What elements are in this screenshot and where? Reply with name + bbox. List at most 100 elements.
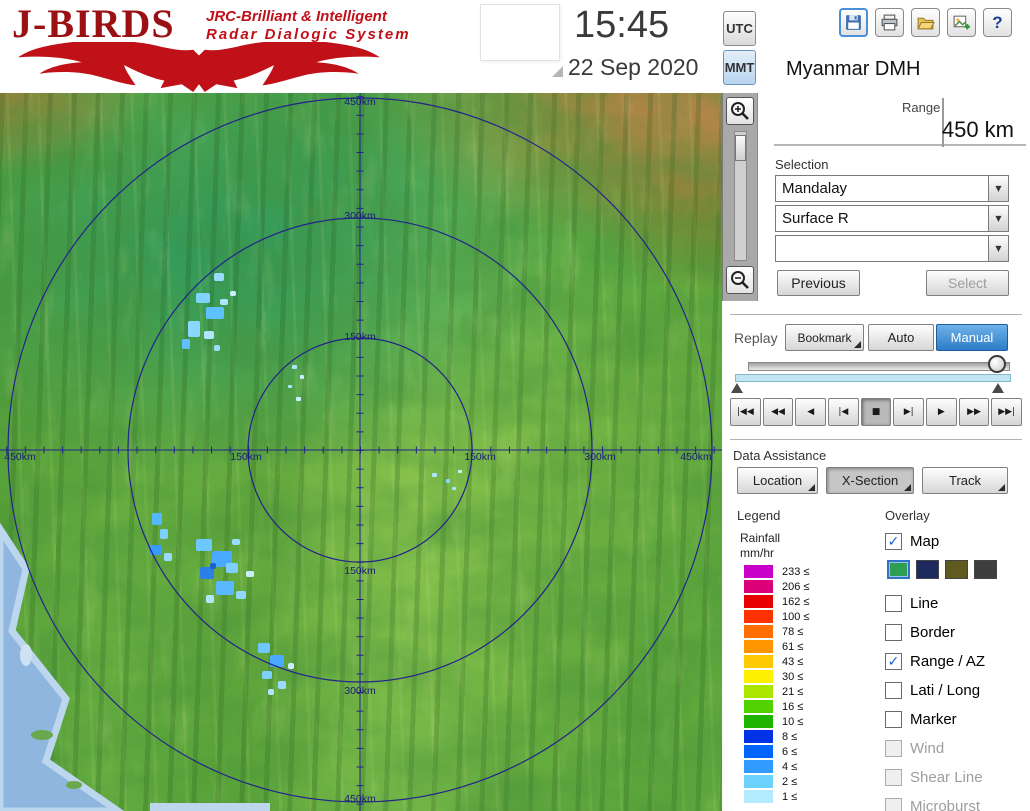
chevron-down-icon[interactable]: ▼ <box>988 236 1008 261</box>
mmt-button[interactable]: MMT <box>723 50 756 85</box>
xsection-button[interactable]: X-Section <box>826 467 914 494</box>
utc-button[interactable]: UTC <box>723 11 756 46</box>
range-label: 450km <box>344 96 376 108</box>
overlay-item-wind: Wind <box>885 740 944 757</box>
legend-color-swatch <box>744 625 773 638</box>
timeline-handle[interactable] <box>988 355 1006 373</box>
legend-color-swatch <box>744 565 773 578</box>
help-icon: ? <box>992 12 1003 32</box>
marker-checkbox[interactable] <box>885 711 902 728</box>
playback-rewind-button[interactable]: ◀◀ <box>762 398 794 426</box>
map-color-swatch[interactable] <box>974 560 997 579</box>
extra-dropdown-value <box>776 236 988 261</box>
jbirds-app: J-BIRDS JRC-Brilliant & Intelligent Rada… <box>0 0 1030 811</box>
overlay-item-microburst: Microburst <box>885 798 980 811</box>
playback-play-button[interactable]: ▶ <box>926 398 957 426</box>
legend-row: 4 ≤ <box>744 759 809 774</box>
overlay-item-map[interactable]: Map <box>885 533 939 550</box>
extra-dropdown[interactable]: ▼ <box>775 235 1009 262</box>
playback-fast-forward-button[interactable]: ▶▶ <box>958 398 990 426</box>
manual-button[interactable]: Manual <box>936 324 1008 351</box>
legend-color-swatch <box>744 700 773 713</box>
radar-map[interactable]: 450km 300km 150km 150km 300km 450km 450k… <box>0 93 722 811</box>
range-label: 150km <box>344 565 376 577</box>
timeline-start-marker[interactable] <box>731 383 743 393</box>
save-button[interactable] <box>839 8 868 37</box>
playback-step-forward-button[interactable]: ▶| <box>893 398 925 426</box>
legend-row: 61 ≤ <box>744 639 809 654</box>
bookmark-button[interactable]: Bookmark <box>785 324 864 351</box>
zoom-out-button[interactable] <box>726 266 754 294</box>
auto-button[interactable]: Auto <box>868 324 934 351</box>
product-dropdown[interactable]: Surface R ▼ <box>775 205 1009 232</box>
eagle-logo-icon <box>18 42 380 92</box>
playback-stop-button[interactable]: ■ <box>860 398 892 426</box>
zoom-slider-handle[interactable] <box>735 135 746 161</box>
timeline-progress-bar[interactable] <box>735 374 1011 382</box>
range-label: 300km <box>344 210 376 222</box>
overlay-item-marker[interactable]: Marker <box>885 711 957 728</box>
map-checkbox[interactable] <box>885 533 902 550</box>
track-button[interactable]: Track <box>922 467 1008 494</box>
chevron-down-icon[interactable]: ▼ <box>988 176 1008 201</box>
overlay-item-shear-line: Shear Line <box>885 769 983 786</box>
shear-line-checkbox <box>885 769 902 786</box>
header: J-BIRDS JRC-Brilliant & Intelligent Rada… <box>0 0 1030 93</box>
playback-step-back-button[interactable]: |◀ <box>828 398 859 426</box>
add-image-button[interactable] <box>947 8 976 37</box>
overlay-item-lati-long[interactable]: Lati / Long <box>885 682 980 699</box>
legend-row: 100 ≤ <box>744 609 809 624</box>
legend-row: 1 ≤ <box>744 789 809 804</box>
separator <box>730 314 1022 316</box>
timeline-end-marker[interactable] <box>992 383 1004 393</box>
open-folder-button[interactable] <box>911 8 940 37</box>
border-checkbox[interactable] <box>885 624 902 641</box>
range-az-checkbox[interactable] <box>885 653 902 670</box>
timeline-track[interactable] <box>748 362 1010 371</box>
legend-color-swatch <box>744 670 773 683</box>
range-label: 150km <box>344 331 376 343</box>
product-dropdown-value: Surface R <box>782 210 849 227</box>
print-icon <box>881 14 898 31</box>
legend-color-swatch <box>744 745 773 758</box>
overlay-item-border[interactable]: Border <box>885 624 955 641</box>
lati-long-checkbox[interactable] <box>885 682 902 699</box>
clock-time: 15:45 <box>574 4 670 46</box>
zoom-in-button[interactable] <box>726 97 754 125</box>
legend-label: Legend <box>737 508 781 523</box>
microburst-checkbox <box>885 798 902 811</box>
map-color-swatch[interactable] <box>916 560 939 579</box>
playback-play-reverse-button[interactable]: ◀ <box>795 398 827 426</box>
overlay-item-line[interactable]: Line <box>885 595 938 612</box>
help-button[interactable]: ? <box>983 8 1012 37</box>
legend-row: 16 ≤ <box>744 699 809 714</box>
legend-row: 10 ≤ <box>744 714 809 729</box>
map-color-swatch[interactable] <box>887 560 910 579</box>
zoom-slider-track[interactable] <box>734 131 747 261</box>
legend-row: 43 ≤ <box>744 654 809 669</box>
legend-row: 8 ≤ <box>744 729 809 744</box>
legend-color-swatch <box>744 655 773 668</box>
line-checkbox[interactable] <box>885 595 902 612</box>
playback-skip-end-button[interactable]: ▶▶| <box>991 398 1023 426</box>
playback-skip-start-button[interactable]: |◀◀ <box>730 398 761 426</box>
print-button[interactable] <box>875 8 904 37</box>
location-button[interactable]: Location <box>737 467 818 494</box>
playback-controls: |◀◀ ◀◀ ◀ |◀ ■ ▶| ▶ ▶▶ ▶▶| <box>730 398 1023 426</box>
legend-color-swatch <box>744 730 773 743</box>
legend-unit: mm/hr <box>740 546 774 560</box>
site-dropdown[interactable]: Mandalay ▼ <box>775 175 1009 202</box>
precipitation-echoes <box>150 273 462 695</box>
legend-row: 206 ≤ <box>744 579 809 594</box>
map-color-swatch[interactable] <box>945 560 968 579</box>
chevron-down-icon[interactable]: ▼ <box>988 206 1008 231</box>
legend-color-swatch <box>744 790 773 803</box>
site-dropdown-value: Mandalay <box>782 180 848 197</box>
zoom-out-icon <box>731 271 749 289</box>
map-color-options <box>887 560 997 579</box>
range-value: 450 km <box>941 117 1014 142</box>
overlay-item-range-az[interactable]: Range / AZ <box>885 653 985 670</box>
select-button[interactable]: Select <box>926 270 1009 296</box>
date-grip-icon <box>552 66 563 77</box>
previous-button[interactable]: Previous <box>777 270 860 296</box>
